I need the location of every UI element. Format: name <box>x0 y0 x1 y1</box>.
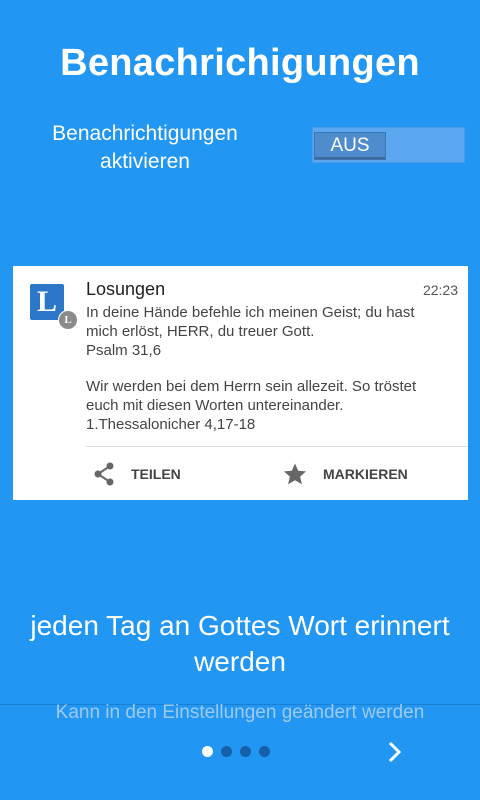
page-dot-3 <box>240 746 251 757</box>
notification-app-name: Losungen <box>86 279 166 299</box>
page-dot-4 <box>259 746 270 757</box>
feature-description: jeden Tag an Gottes Wort erinnert werden <box>30 610 450 677</box>
notifications-toggle[interactable]: AUS <box>312 127 465 163</box>
share-label: TEILEN <box>131 466 181 482</box>
verse2-text: Wir werden bei dem Herrn sein allezeit. … <box>86 378 417 414</box>
star-icon <box>284 463 306 485</box>
verse-new-testament: Wir werden bei dem Herrn sein allezeit. … <box>86 377 446 434</box>
share-action-button[interactable]: TEILEN <box>93 462 181 486</box>
toggle-state-label[interactable]: AUS <box>314 132 386 160</box>
verse1-text: In deine Hände befehle ich meinen Geist;… <box>86 304 415 340</box>
settings-hint: Kann in den Einstellungen geändert werde… <box>55 702 425 723</box>
app-badge-icon: L <box>58 310 78 330</box>
share-icon <box>94 462 114 486</box>
page-dot-2 <box>221 746 232 757</box>
verse-old-testament: In deine Hände befehle ich meinen Geist;… <box>86 303 446 360</box>
page-indicator <box>202 746 270 757</box>
page-dot-1 <box>202 746 213 757</box>
page-title: Benachrichigungen <box>60 42 420 84</box>
notifications-toggle-label: Benachrichtigungen aktivieren <box>52 122 238 173</box>
next-button[interactable] <box>382 740 406 764</box>
card-divider <box>86 446 468 447</box>
verse1-reference: Psalm 31,6 <box>86 342 162 359</box>
mark-action-button[interactable]: MARKIEREN <box>283 462 408 486</box>
notification-time: 22:23 <box>422 282 458 298</box>
notification-preview-card: L L Losungen 22:23 In deine Hände befehl… <box>13 266 468 500</box>
verse2-reference: 1.Thessalonicher 4,17-18 <box>86 416 256 433</box>
chevron-right-icon <box>388 741 402 763</box>
mark-label: MARKIEREN <box>323 466 408 482</box>
